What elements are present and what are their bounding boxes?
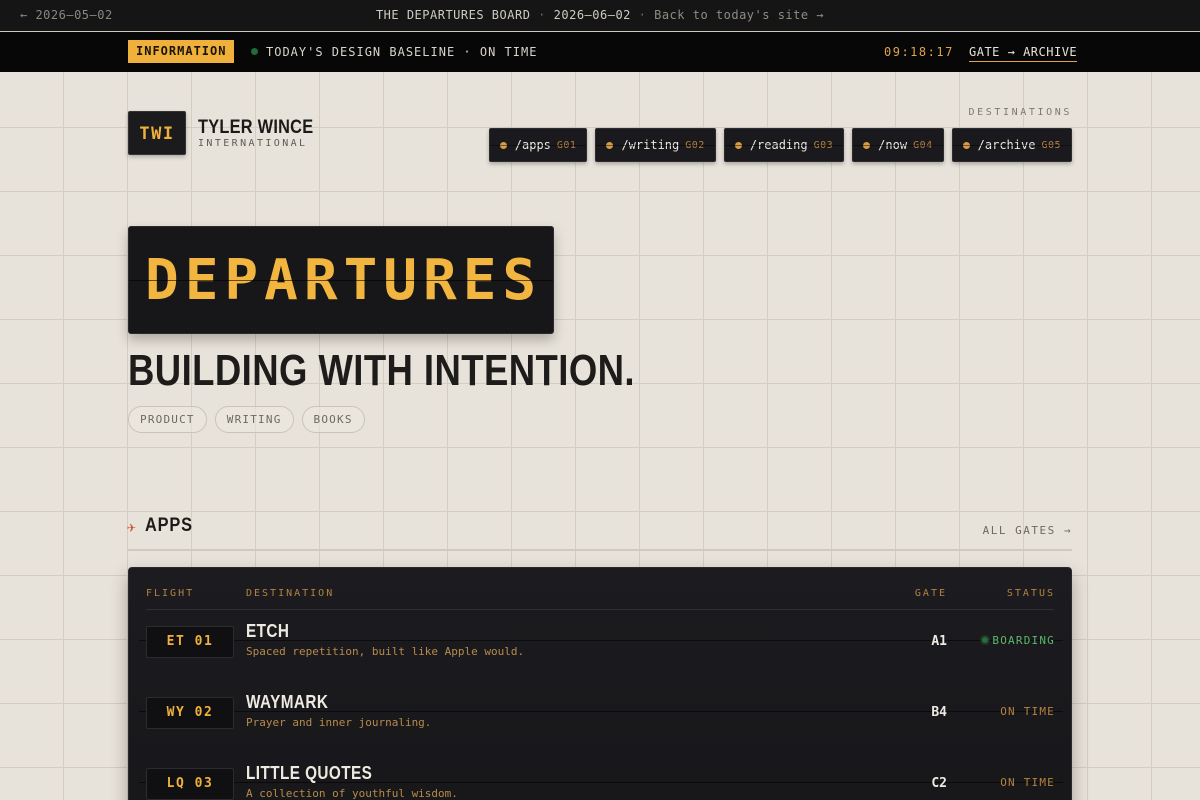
flight-code: LQ 03 (146, 768, 234, 800)
archive-strip: ← 2026—05—02 THE DEPARTURES BOARD · 2026… (0, 0, 1200, 31)
clock: 09:18:17 (884, 45, 954, 59)
departures-board: DEPARTURES (128, 226, 554, 334)
nav-item-archive[interactable]: /archive G05 (951, 128, 1072, 162)
back-to-site-link[interactable]: Back to today's site → (654, 8, 824, 22)
nav-item-gate: G05 (1041, 139, 1061, 151)
status-text: BOARDING (992, 634, 1055, 647)
all-gates-link[interactable]: ALL GATES → (900, 524, 1072, 537)
gate-code: B4 (931, 705, 947, 720)
column-header-destination: DESTINATION (246, 588, 335, 599)
flight-code: ET 01 (146, 626, 234, 658)
dot-icon (499, 141, 507, 149)
dot-icon (863, 141, 871, 149)
flight-code: WY 02 (146, 697, 234, 729)
destinations-nav: /apps G01 /writing G02 /reading G03 /now… (488, 128, 1072, 162)
status-badge: BOARDING (955, 634, 1055, 647)
dot-icon (606, 141, 614, 149)
gate-code: C2 (931, 776, 947, 791)
logo[interactable]: TWI (128, 111, 186, 155)
table-row[interactable]: LQ 03 LITTLE QUOTES A collection of yout… (129, 763, 1073, 800)
column-header-status: STATUS (1006, 588, 1055, 599)
nav-item-gate: G03 (813, 139, 834, 151)
nav-item-gate: G04 (913, 139, 933, 151)
status-dot-icon (251, 48, 258, 55)
chip-product[interactable]: PRODUCT (128, 406, 207, 433)
topic-chips: PRODUCT WRITING BOOKS (128, 406, 365, 433)
chip-books[interactable]: BOOKS (301, 406, 365, 433)
nav-item-path: /writing (621, 138, 680, 152)
section-title: APPS (145, 515, 193, 536)
nav-item-gate: G02 (685, 139, 705, 151)
status-badge: ON TIME (1000, 705, 1055, 718)
dot-icon (734, 141, 742, 149)
nav-item-now[interactable]: /now G04 (852, 128, 944, 162)
nav-item-writing[interactable]: /writing G02 (595, 128, 716, 162)
board-caption: THE DEPARTURES BOARD · 2026—06—02 · Back… (0, 8, 1200, 22)
app-name[interactable]: WAYMARK (246, 692, 328, 713)
departures-title: DEPARTURES (145, 248, 543, 313)
nav-item-apps[interactable]: /apps G01 (488, 128, 588, 162)
app-description: Prayer and inner journaling. (246, 716, 432, 729)
table-row[interactable]: WY 02 WAYMARK Prayer and inner journalin… (129, 692, 1073, 769)
gate-archive-link[interactable]: GATE → ARCHIVE (969, 45, 1078, 62)
separator: · (538, 8, 546, 22)
column-header-gate: GATE (914, 588, 947, 599)
brand-subtitle: INTERNATIONAL (198, 138, 308, 149)
brand-name[interactable]: TYLER WINCE (198, 117, 313, 139)
chip-writing[interactable]: WRITING (214, 406, 294, 433)
header-divider (146, 609, 1054, 610)
information-bar: INFORMATION TODAY'S DESIGN BASELINE · ON… (0, 31, 1200, 72)
page-tagline: BUILDING WITH INTENTION. (128, 346, 636, 395)
nav-item-path: /now (878, 138, 908, 152)
nav-item-path: /archive (977, 138, 1036, 152)
app-description: A collection of youthful wisdom. (246, 787, 458, 800)
dot-icon (962, 141, 970, 149)
column-header-flight: FLIGHT (146, 588, 195, 599)
board-name: THE DEPARTURES BOARD (375, 8, 531, 22)
app-name[interactable]: ETCH (246, 621, 289, 642)
baseline-status: TODAY'S DESIGN BASELINE · ON TIME (266, 45, 538, 59)
information-badge: INFORMATION (128, 40, 235, 63)
app-name[interactable]: LITTLE QUOTES (246, 763, 372, 784)
nav-item-gate: G01 (556, 139, 577, 151)
gate-code: A1 (931, 634, 947, 649)
nav-item-reading[interactable]: /reading G03 (723, 128, 845, 162)
current-date: 2026—06—02 (553, 8, 631, 22)
separator: · (638, 8, 647, 22)
status-badge: ON TIME (1000, 776, 1055, 789)
boarding-dot-icon (982, 637, 989, 643)
airplane-icon: ✈ (127, 518, 137, 536)
section-divider (128, 549, 1072, 551)
nav-item-path: /apps (514, 138, 551, 152)
table-row[interactable]: ET 01 ETCH Spaced repetition, built like… (129, 621, 1073, 698)
app-description: Spaced repetition, built like Apple woul… (246, 645, 525, 658)
nav-item-path: /reading (749, 138, 808, 152)
destinations-label: DESTINATIONS (968, 107, 1072, 118)
flights-table: FLIGHT DESTINATION GATE STATUS ET 01 ETC… (128, 567, 1072, 800)
